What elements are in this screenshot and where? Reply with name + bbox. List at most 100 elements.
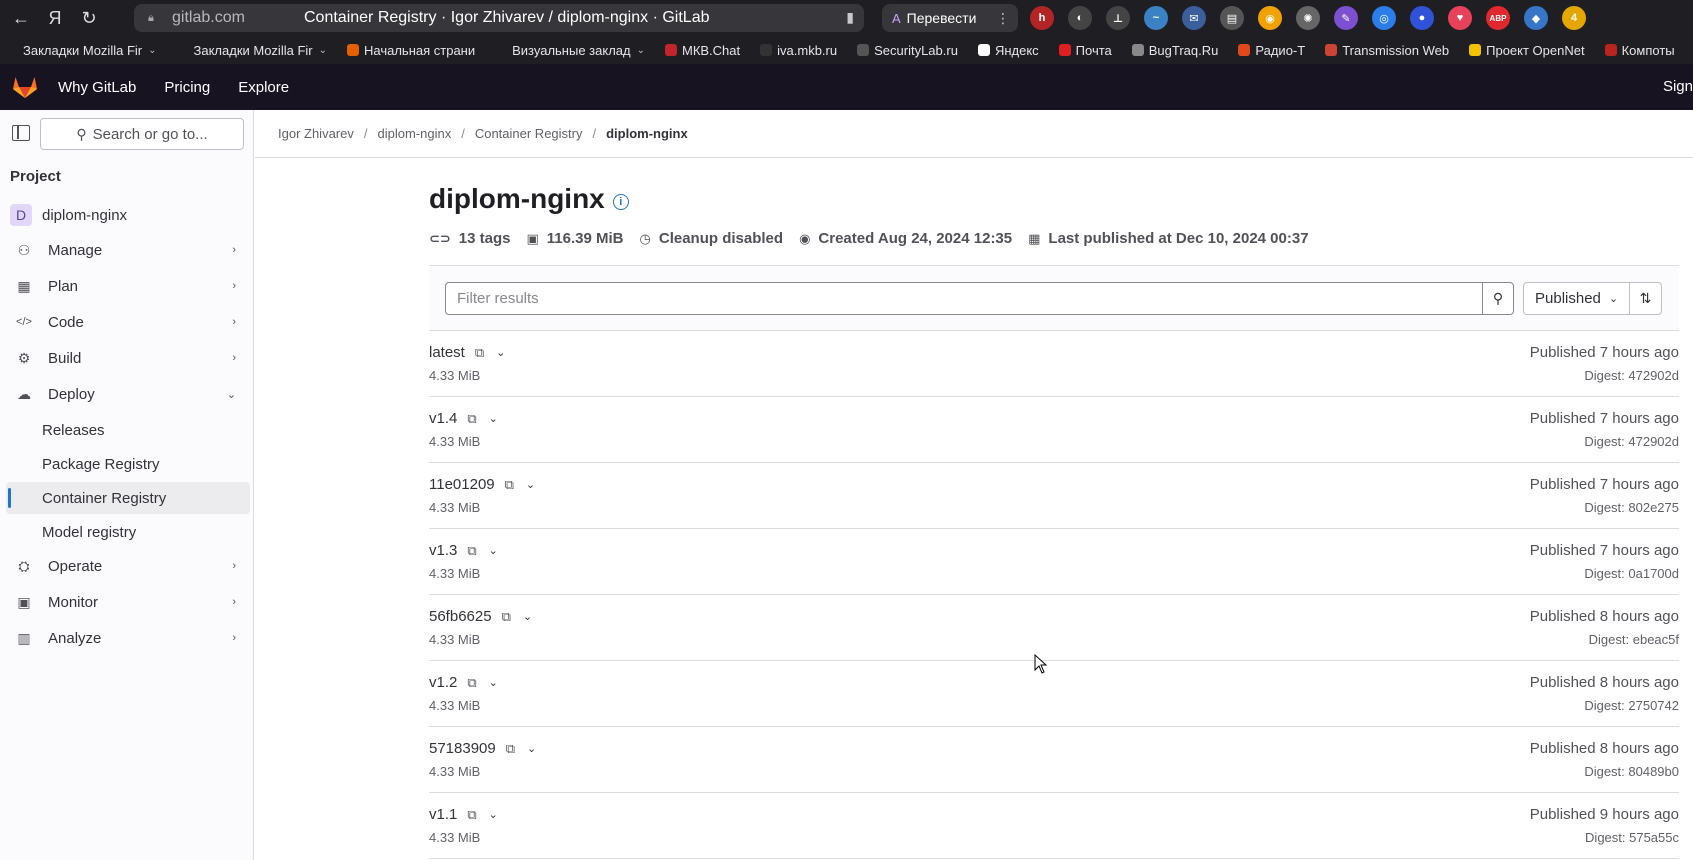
tag-name-text[interactable]: 56fb6625 — [429, 608, 492, 625]
tag-name-text[interactable]: v1.2 — [429, 674, 457, 691]
gear-icon[interactable]: ✺ — [1296, 6, 1320, 30]
copy-icon[interactable]: ⧉ — [502, 609, 511, 625]
chevron-down-icon[interactable]: ⌄ — [489, 676, 498, 689]
sidebar-project-link[interactable]: D diplom-nginx — [10, 204, 127, 226]
chevron-down-icon[interactable]: ⌄ — [526, 478, 535, 491]
chevron-down-icon[interactable]: ⌄ — [527, 742, 536, 755]
chevron-down-icon[interactable]: ⌄ — [489, 412, 498, 425]
sidebar-item-container-registry[interactable]: Container Registry — [6, 482, 250, 514]
sidebar-item-operate[interactable]: ⛭ Operate › — [6, 550, 250, 582]
copy-icon[interactable]: ⧉ — [467, 411, 476, 427]
pricing-link[interactable]: Pricing — [164, 79, 210, 96]
chevron-down-icon[interactable]: ⌄ — [489, 544, 498, 557]
chevron-down-icon: ⌄ — [636, 44, 645, 56]
tag-name-text[interactable]: 57183909 — [429, 740, 496, 757]
sidebar-item-manage[interactable]: ⚇ Manage › — [6, 234, 250, 266]
copy-icon[interactable]: ⧉ — [505, 477, 514, 493]
feather-icon[interactable]: ✎ — [1334, 6, 1358, 30]
copy-icon[interactable]: ⧉ — [467, 543, 476, 559]
calendar-icon: ▦ — [1028, 230, 1041, 246]
tag-name-text[interactable]: latest — [429, 344, 465, 361]
bookmark-item[interactable]: Компоты — [1599, 43, 1675, 58]
sidebar-item-analyze[interactable]: ▥ Analyze › — [6, 622, 250, 654]
tag-name-text[interactable]: v1.4 — [429, 410, 457, 427]
abp-icon[interactable]: ABP — [1486, 6, 1510, 30]
breadcrumb-item-user[interactable]: Igor Zhivarev — [278, 126, 354, 141]
bookmark-item[interactable]: Радио-Т — [1232, 43, 1305, 58]
bookmark-item[interactable]: Начальная страни — [341, 43, 475, 58]
bookmark-item[interactable]: Проект OpenNet — [1463, 43, 1585, 58]
pocket-icon[interactable]: ♥ — [1448, 6, 1472, 30]
translate-label: Перевести — [906, 10, 977, 26]
breadcrumb-item-project[interactable]: diplom-nginx — [378, 126, 452, 141]
copy-icon[interactable]: ⧉ — [506, 741, 515, 757]
sidebar-item-monitor[interactable]: ▣ Monitor › — [6, 586, 250, 618]
sidebar-item-package-registry[interactable]: Package Registry — [6, 448, 250, 480]
more-icon[interactable]: ⋮ — [996, 10, 1010, 27]
cloud-gear-icon: ⛭ — [18, 557, 30, 574]
bookmark-item[interactable]: iva.mkb.ru — [754, 43, 837, 58]
back-icon[interactable]: ← — [4, 1, 38, 35]
sidebar-item-deploy[interactable]: ☁ Deploy ⌄ — [6, 378, 250, 410]
bookmark-icon — [1604, 44, 1617, 56]
chevron-down-icon[interactable]: ⌄ — [523, 610, 532, 623]
bulb-icon[interactable]: ◐ — [1068, 6, 1092, 30]
fox-icon[interactable]: ◉ — [1258, 6, 1282, 30]
sidebar-item-model-registry[interactable]: Model registry — [6, 516, 250, 548]
sidebar-item-label: Plan — [48, 277, 79, 295]
search-button[interactable]: ⚲ Search or go to... — [40, 118, 244, 150]
yandex-icon[interactable]: Я — [38, 1, 72, 35]
copy-icon[interactable]: ⧉ — [475, 345, 484, 361]
bookmark-label: Компоты — [1621, 42, 1675, 58]
counter-icon[interactable]: 4 — [1562, 6, 1586, 30]
search-icon[interactable]: ⚲ — [1482, 282, 1514, 315]
bookmark-item[interactable]: BugTraq.Ru — [1126, 43, 1218, 58]
tag-name-text[interactable]: v1.1 — [429, 806, 457, 823]
reload-icon[interactable]: ↻ — [72, 1, 106, 35]
tag-name: 57183909 ⧉ ⌄ — [429, 740, 536, 757]
translate-button[interactable]: A Перевести ⋮ — [882, 4, 1018, 32]
shield-icon[interactable]: ◆ — [1524, 6, 1548, 30]
mail-icon[interactable]: ✉ — [1182, 6, 1206, 30]
address-bar[interactable]: 🔒︎ gitlab.com Container Registry · Igor … — [134, 4, 864, 32]
copy-icon[interactable]: ⧉ — [467, 807, 476, 823]
sidebar-toggle-icon[interactable] — [12, 125, 30, 141]
filter-input[interactable]: Filter results — [445, 282, 1482, 315]
chevron-down-icon: ⌄ — [226, 388, 236, 401]
bookmark-item[interactable]: Почта — [1053, 43, 1112, 58]
bookmark-item[interactable]: Визуальные заклад ⌄ — [489, 43, 645, 58]
breadcrumb-item-registry[interactable]: Container Registry — [475, 126, 583, 141]
sidebar-item-releases[interactable]: Releases — [6, 414, 250, 446]
bookmark-item[interactable]: Закладки Mozilla Fir ⌄ — [0, 43, 157, 58]
h-icon[interactable]: h — [1030, 6, 1054, 30]
bookmark-icon[interactable]: ▮ — [846, 9, 854, 26]
tag-published: Published 8 hours ago — [1529, 740, 1679, 757]
info-icon[interactable]: i — [612, 194, 629, 210]
vpn-icon[interactable]: ● — [1410, 6, 1434, 30]
breadcrumb-item-current[interactable]: diplom-nginx — [606, 126, 688, 141]
bookmark-item[interactable]: Закладки Mozilla Fir ⌄ — [171, 43, 327, 58]
printer-icon[interactable]: ▤ — [1220, 6, 1244, 30]
copy-icon[interactable]: ⧉ — [467, 675, 476, 691]
sidebar-item-build[interactable]: ⚙ Build › — [6, 342, 250, 374]
bookmark-item[interactable]: Яндекс — [972, 43, 1039, 58]
stamp-icon[interactable]: ⊥ — [1106, 6, 1130, 30]
bookmark-item[interactable]: SecurityLab.ru — [851, 43, 958, 58]
gitlab-logo-icon[interactable] — [0, 64, 50, 110]
why-gitlab-link[interactable]: Why GitLab — [58, 79, 136, 96]
bookmark-item[interactable]: МКВ.Chat — [659, 43, 740, 58]
sort-dropdown[interactable]: Published ⌄ — [1523, 282, 1630, 315]
sort-direction-icon[interactable]: ⇅ — [1630, 282, 1662, 315]
sidebar-item-code[interactable]: </> Code › — [6, 306, 250, 338]
bird-icon[interactable]: ~ — [1144, 6, 1168, 30]
chevron-down-icon[interactable]: ⌄ — [489, 808, 498, 821]
explore-link[interactable]: Explore — [238, 79, 289, 96]
tag-digest: Digest: ebeac5f — [1588, 632, 1679, 647]
tag-name-text[interactable]: 11e01209 — [429, 476, 495, 493]
bookmark-item[interactable]: Transmission Web — [1319, 43, 1449, 58]
sidebar-item-plan[interactable]: ▦ Plan › — [6, 270, 250, 302]
chevron-down-icon[interactable]: ⌄ — [496, 346, 505, 359]
chrome-icon[interactable]: ◎ — [1372, 6, 1396, 30]
sign-in-link[interactable]: Sign — [1663, 78, 1693, 95]
tag-name-text[interactable]: v1.3 — [429, 542, 457, 559]
